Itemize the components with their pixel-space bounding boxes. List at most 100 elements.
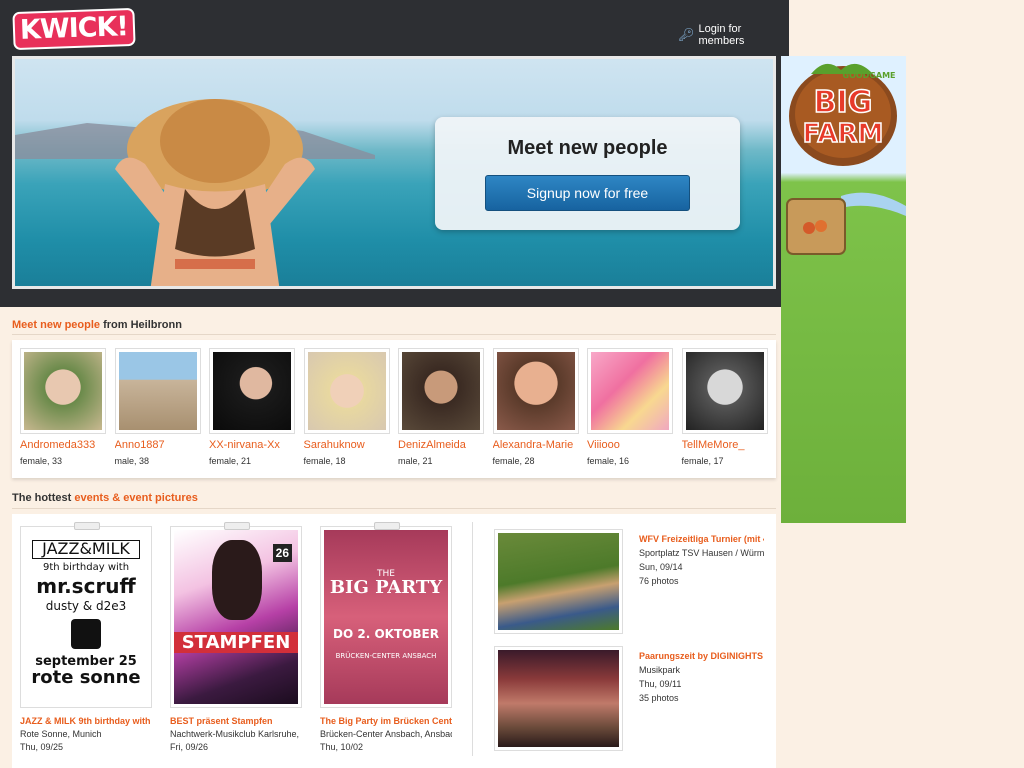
person-meta: female, 21 [209, 456, 252, 466]
person-name[interactable]: Viiiooo [587, 439, 673, 451]
poster-line: STAMPFEN [174, 632, 298, 653]
gallery-date: Sun, 09/14 [639, 562, 683, 572]
person-card[interactable]: DenizAlmeida male, 21 [398, 348, 484, 466]
people-title-rest: from Heilbronn [100, 319, 182, 331]
poster-line: dusty & d2e3 [45, 599, 127, 614]
event-date: Thu, 09/25 [20, 742, 64, 752]
people-title-highlight: Meet new people [12, 319, 101, 331]
gallery-photo-count: 76 photos [639, 576, 679, 586]
person-photo[interactable] [209, 348, 295, 434]
gallery-info: WFV Freizeitliga Turnier (mit 4 Sportpla… [639, 534, 764, 586]
poster-line: JAZZ&MILK [32, 540, 140, 559]
kwick-logo[interactable]: KWICK! [12, 7, 136, 51]
event-location: Nachtwerk-Musikclub Karlsruhe, K [170, 729, 302, 739]
event-card[interactable]: JAZZ&MILK 9th birthday with mr.scruff du… [20, 522, 152, 752]
hero-title: Meet new people [507, 137, 668, 159]
person-photo[interactable] [492, 348, 579, 434]
vertical-divider [472, 522, 473, 756]
person-card[interactable]: Andromeda333 female, 33 [20, 348, 106, 466]
poster-line: DO 2. OKTOBER [333, 627, 439, 642]
hero-banner: Meet new people Signup now for free [12, 56, 776, 289]
event-card[interactable]: THE BIG PARTY DO 2. OKTOBER BRÜCKEN-CENT… [320, 522, 452, 752]
signup-card: Meet new people Signup now for free [435, 117, 740, 230]
event-title[interactable]: BEST präsent Stampfen [170, 716, 302, 726]
event-card[interactable]: 26 STAMPFEN BEST präsent Stampfen Nachtw… [170, 522, 302, 752]
top-banner-area: KWICK! 🔑︎ Login for members Meet new peo… [0, 0, 789, 307]
event-poster[interactable]: 26 STAMPFEN [170, 522, 302, 708]
section-divider [12, 508, 776, 509]
ad-image: GOODGAME BIG FARM [786, 63, 906, 255]
event-poster[interactable]: THE BIG PARTY DO 2. OKTOBER BRÜCKEN-CENT… [320, 522, 452, 708]
logo-text: KWICK! [12, 7, 136, 51]
events-title-prefix: The hottest [12, 492, 75, 504]
event-date: Thu, 10/02 [320, 742, 364, 752]
person-name[interactable]: Andromeda333 [20, 439, 106, 451]
person-meta: female, 33 [20, 456, 63, 466]
hero-woman-image [115, 99, 315, 286]
event-location: Brücken-Center Ansbach, Ansbach [320, 729, 452, 739]
person-photo[interactable] [20, 348, 106, 434]
person-photo[interactable] [114, 348, 201, 434]
person-meta: female, 16 [587, 456, 630, 466]
event-title[interactable]: JAZZ & MILK 9th birthday with [20, 716, 152, 726]
person-name[interactable]: TellMeMore_ [682, 439, 768, 451]
person-card[interactable]: Anno1887 male, 38 [114, 348, 201, 466]
person-name[interactable]: XX-nirvana-Xx [209, 439, 295, 451]
gallery-date: Thu, 09/11 [639, 679, 682, 689]
gallery-location: Sportplatz TSV Hausen / Würm [639, 548, 764, 558]
section-divider [12, 334, 776, 335]
login-link[interactable]: 🔑︎ Login for members [678, 23, 789, 47]
gallery-photo-count: 35 photos [639, 693, 679, 703]
poster-line: BIG PARTY [329, 577, 443, 599]
poster-line: 9th birthday with [42, 561, 130, 573]
event-location: Rote Sonne, Munich [20, 729, 102, 739]
gallery-thumbnail[interactable] [494, 646, 623, 751]
events-section-title: The hottest events & event pictures [12, 492, 198, 504]
person-photo[interactable] [681, 348, 768, 434]
person-card[interactable]: Alexandra-Marie female, 28 [492, 348, 579, 466]
event-poster[interactable]: JAZZ&MILK 9th birthday with mr.scruff du… [20, 522, 152, 708]
person-meta: female, 17 [681, 456, 724, 466]
ad-line2: FARM [803, 119, 884, 149]
person-card[interactable]: Viiiooo female, 16 [587, 348, 673, 466]
clip-icon [374, 522, 400, 530]
people-panel: Andromeda333 female, 33 Anno1887 male, 38 XX… [12, 340, 776, 478]
login-label: Login for members [698, 23, 745, 47]
person-meta: female, 18 [303, 456, 346, 466]
person-meta: male, 38 [114, 456, 150, 466]
gallery-info: Paarungszeit by DIGINIGHTS Musikpark Thu… [639, 651, 764, 703]
clip-icon [224, 522, 250, 530]
person-name[interactable]: Sarahuknow [304, 439, 390, 451]
milk-carton-icon [71, 618, 101, 649]
person-photo[interactable] [587, 348, 673, 434]
gallery-title[interactable]: Paarungszeit by DIGINIGHTS [639, 651, 764, 661]
person-photo[interactable] [303, 348, 390, 434]
big-farm-ad[interactable]: GOODGAME BIG FARM [781, 56, 906, 523]
person-name[interactable]: Alexandra-Marie [493, 439, 579, 451]
clip-icon [74, 522, 100, 530]
events-panel: JAZZ&MILK 9th birthday with mr.scruff du… [12, 514, 776, 768]
event-title[interactable]: The Big Party im Brücken Center [320, 716, 452, 726]
gallery-location: Musikpark [639, 665, 681, 675]
gallery-title[interactable]: WFV Freizeitliga Turnier (mit 4 [639, 534, 764, 544]
person-photo[interactable] [398, 348, 484, 434]
event-date: Fri, 09/26 [170, 742, 209, 752]
person-meta: male, 21 [398, 456, 433, 466]
person-meta: female, 28 [492, 456, 535, 466]
person-card[interactable]: Sarahuknow female, 18 [303, 348, 390, 466]
ad-brand: GOODGAME [843, 71, 896, 80]
people-section-title: Meet new people from Heilbronn [12, 319, 182, 331]
person-card[interactable]: TellMeMore_ female, 17 [681, 348, 768, 466]
key-icon: 🔑︎ [678, 27, 695, 42]
poster-line: mr.scruff [36, 574, 136, 599]
person-card[interactable]: XX-nirvana-Xx female, 21 [209, 348, 295, 466]
ad-line1: BIG [814, 85, 873, 120]
person-name[interactable]: Anno1887 [115, 439, 201, 451]
poster-line: BRÜCKEN-CENTER ANSBACH [335, 651, 437, 660]
events-title-highlight: events & event pictures [74, 492, 198, 504]
poster-line: rote sonne [31, 666, 141, 688]
gallery-thumbnail[interactable] [494, 529, 623, 634]
poster-date: 26 [272, 544, 292, 562]
signup-button[interactable]: Signup now for free [485, 175, 690, 211]
person-name[interactable]: DenizAlmeida [398, 439, 484, 451]
